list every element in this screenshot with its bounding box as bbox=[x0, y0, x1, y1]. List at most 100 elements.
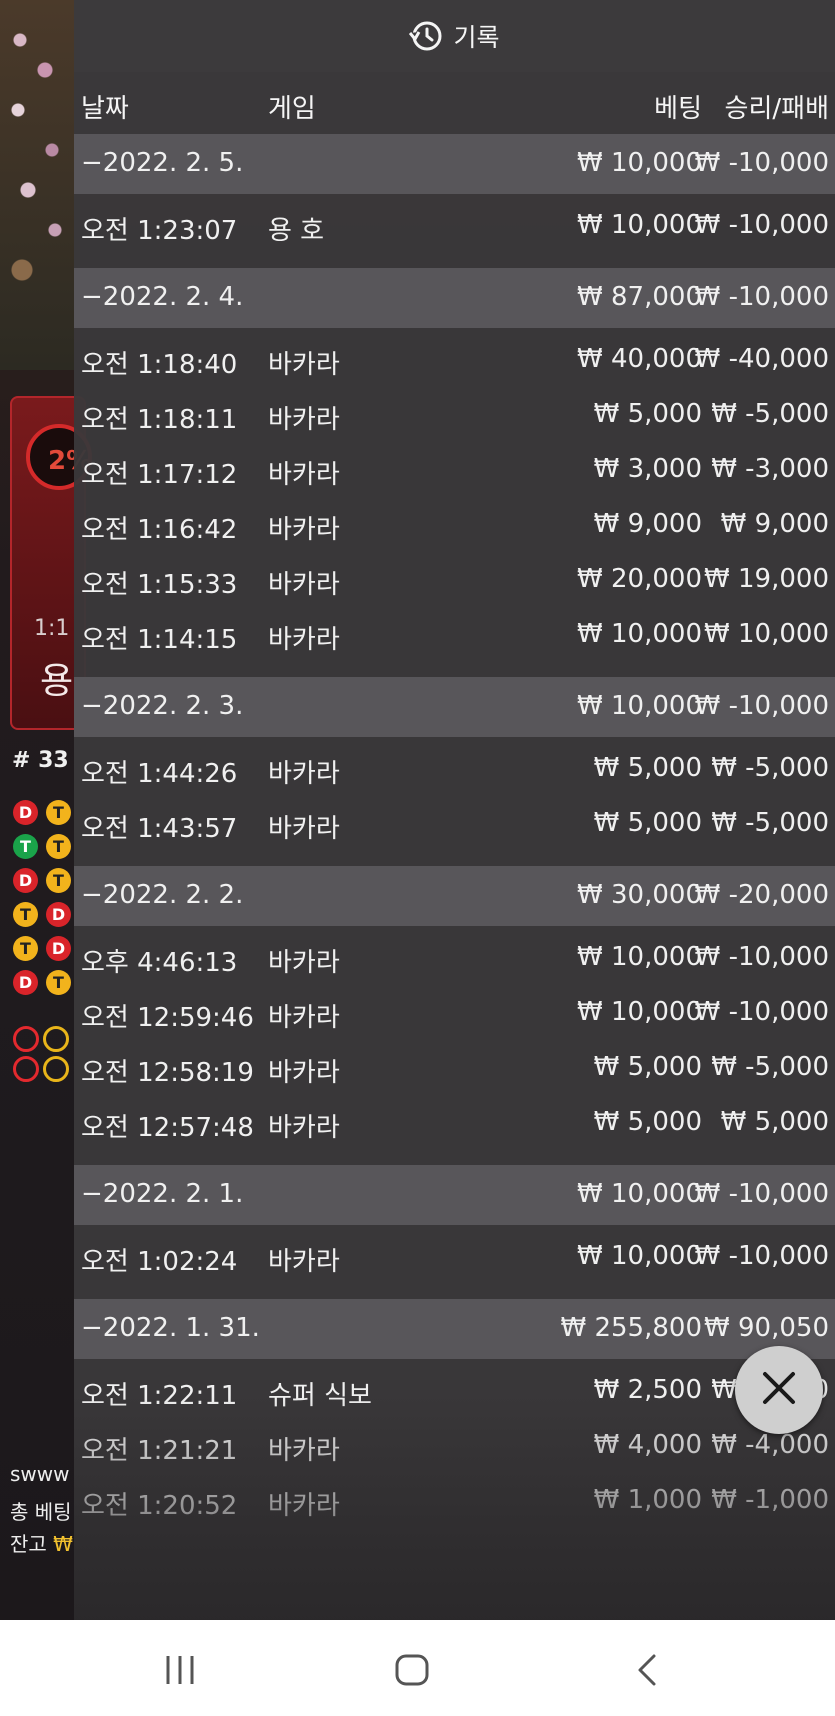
column-headers: 날짜 게임 베팅 승리/패배 bbox=[74, 72, 835, 134]
row-winloss: ₩ -10,000 bbox=[694, 148, 829, 178]
row-game: 바카라 bbox=[268, 1491, 340, 1521]
row-winloss: ₩ 5,000 bbox=[720, 1107, 829, 1137]
row-winloss: ₩ -3,000 bbox=[711, 454, 829, 484]
date-group-row: −2022. 1. 31. ₩ 255,800 ₩ 90,050 bbox=[74, 1299, 835, 1359]
page-title: 기록 bbox=[453, 23, 500, 52]
road-dot-tie: T bbox=[46, 800, 71, 825]
row-time: 오전 12:59:46 bbox=[81, 1003, 254, 1033]
close-button[interactable] bbox=[735, 1346, 823, 1434]
history-row: 오전 1:20:52 바카라 ₩ 1,000 ₩ -1,000 bbox=[74, 1471, 835, 1531]
row-game: 바카라 bbox=[268, 405, 340, 435]
history-row: 오전 1:14:15 바카라 ₩ 10,000 ₩ 10,000 bbox=[74, 605, 835, 665]
road-dot-tie: T bbox=[13, 902, 38, 927]
row-bet: ₩ 40,000 bbox=[577, 344, 702, 374]
chat-username: swww bbox=[10, 1462, 70, 1486]
close-icon bbox=[759, 1368, 799, 1412]
home-icon[interactable] bbox=[392, 1650, 432, 1694]
row-time: 오전 1:43:57 bbox=[81, 814, 238, 844]
row-bet: ₩ 4,000 bbox=[593, 1430, 702, 1460]
history-header: 기록 bbox=[74, 0, 835, 72]
row-bet: ₩ 1,000 bbox=[593, 1485, 702, 1515]
dragon-label: 용 bbox=[40, 661, 74, 702]
row-winloss: ₩ 9,000 bbox=[720, 509, 829, 539]
road-dot-dragon: D bbox=[46, 936, 71, 961]
history-row: 오전 1:18:40 바카라 ₩ 40,000 ₩ -40,000 bbox=[74, 330, 835, 390]
row-game: 바카라 bbox=[268, 625, 340, 655]
road-dot-tie: T bbox=[46, 868, 71, 893]
row-game: 바카라 bbox=[268, 515, 340, 545]
history-row: 오전 1:22:11슈퍼 식보₩ 2,500₩ -2,500 bbox=[74, 1361, 835, 1421]
row-winloss: ₩ 19,000 bbox=[704, 564, 829, 594]
back-icon[interactable] bbox=[628, 1650, 668, 1694]
android-nav-bar bbox=[0, 1620, 835, 1716]
row-game: 바카라 bbox=[268, 948, 340, 978]
row-bet: ₩ 3,000 bbox=[593, 454, 702, 484]
row-bet: ₩ 5,000 bbox=[593, 1052, 702, 1082]
row-time: 오후 4:46:13 bbox=[81, 948, 238, 978]
row-bet: ₩ 2,500 bbox=[593, 1375, 702, 1405]
history-row: 오전 12:57:48 바카라 ₩ 5,000 ₩ 5,000 bbox=[74, 1093, 835, 1153]
date-label: −2022. 2. 4. bbox=[81, 282, 244, 312]
row-winloss: ₩ -5,000 bbox=[711, 753, 829, 783]
row-bet: ₩ 5,000 bbox=[593, 399, 702, 429]
date-label: −2022. 1. 31. bbox=[81, 1313, 260, 1343]
road-dot-dragon: D bbox=[13, 868, 38, 893]
col-header-bet: 베팅 bbox=[654, 94, 702, 124]
road-ring bbox=[13, 1056, 39, 1082]
history-row: 오전 1:43:57 바카라 ₩ 5,000 ₩ -5,000 bbox=[74, 794, 835, 854]
row-winloss: ₩ -10,000 bbox=[694, 997, 829, 1027]
row-time: 오전 1:18:40 bbox=[81, 350, 238, 380]
history-row: 오전 1:23:07 용 호 ₩ 10,000 ₩ -10,000 bbox=[74, 196, 835, 256]
row-game: 바카라 bbox=[268, 759, 340, 789]
date-group-row: −2022. 2. 4. ₩ 87,000 ₩ -10,000 bbox=[74, 268, 835, 328]
row-time: 오전 12:57:48 bbox=[81, 1113, 254, 1143]
row-bet: ₩ 5,000 bbox=[593, 753, 702, 783]
history-row: 오전 1:21:21 바카라 ₩ 4,000 ₩ -4,000 bbox=[74, 1416, 835, 1476]
row-winloss: ₩ -10,000 bbox=[694, 942, 829, 972]
history-row: 오전 1:16:42 바카라 ₩ 9,000 ₩ 9,000 bbox=[74, 495, 835, 555]
row-bet: ₩ 10,000 bbox=[577, 942, 702, 972]
row-bet: ₩ 5,000 bbox=[593, 1107, 702, 1137]
date-label: −2022. 2. 5. bbox=[81, 148, 244, 178]
road-dot-tie-green: T bbox=[13, 834, 38, 859]
col-header-winloss: 승리/패배 bbox=[724, 94, 829, 124]
balance-label: 잔고 ₩ bbox=[10, 1532, 73, 1556]
row-game: 바카라 bbox=[268, 1058, 340, 1088]
road-dot-tie: T bbox=[13, 936, 38, 961]
row-bet: ₩ 10,000 bbox=[577, 691, 702, 721]
row-time: 오전 1:02:24 bbox=[81, 1247, 238, 1277]
row-winloss: ₩ -5,000 bbox=[711, 1052, 829, 1082]
col-header-game: 게임 bbox=[268, 94, 316, 124]
row-bet: ₩ 10,000 bbox=[577, 1241, 702, 1271]
road-dot-tie: T bbox=[46, 834, 71, 859]
row-game: 용 호 bbox=[268, 216, 325, 246]
road-ring bbox=[43, 1056, 69, 1082]
history-row: 오전 1:17:12 바카라 ₩ 3,000 ₩ -3,000 bbox=[74, 440, 835, 500]
road-ring bbox=[43, 1026, 69, 1052]
history-row: 오후 4:46:13 바카라 ₩ 10,000 ₩ -10,000 bbox=[74, 928, 835, 988]
history-row: 오전 1:18:11 바카라 ₩ 5,000 ₩ -5,000 bbox=[74, 385, 835, 445]
row-time: 오전 1:23:07 bbox=[81, 216, 238, 246]
road-dot-tie: T bbox=[46, 970, 71, 995]
row-game: 바카라 bbox=[268, 1113, 340, 1143]
row-winloss: ₩ 90,050 bbox=[704, 1313, 829, 1343]
payout-ratio: 1:1 bbox=[34, 616, 70, 641]
history-row: 오전 12:59:46 바카라 ₩ 10,000 ₩ -10,000 bbox=[74, 983, 835, 1043]
row-bet: ₩ 20,000 bbox=[577, 564, 702, 594]
row-winloss: ₩ -1,000 bbox=[711, 1485, 829, 1515]
shoe-number: # 33 bbox=[12, 748, 69, 773]
history-panel[interactable]: 기록 날짜 게임 베팅 승리/패배 −2022. 2. 5. ₩ 10,000 ₩ … bbox=[74, 0, 835, 1620]
date-group-row: −2022. 2. 3. ₩ 10,000 ₩ -10,000 bbox=[74, 677, 835, 737]
recent-apps-icon[interactable] bbox=[160, 1650, 200, 1694]
total-bet-label: 총 베팅 bbox=[10, 1500, 72, 1524]
flower-decoration bbox=[0, 0, 80, 370]
road-dot-dragon: D bbox=[13, 800, 38, 825]
row-time: 오전 1:15:33 bbox=[81, 570, 238, 600]
row-winloss: ₩ -4,000 bbox=[711, 1430, 829, 1460]
row-winloss: ₩ -10,000 bbox=[694, 691, 829, 721]
row-bet: ₩ 10,000 bbox=[577, 148, 702, 178]
row-time: 오전 1:21:21 bbox=[81, 1436, 238, 1466]
row-bet: ₩ 87,000 bbox=[577, 282, 702, 312]
date-label: −2022. 2. 1. bbox=[81, 1179, 244, 1209]
row-time: 오전 1:14:15 bbox=[81, 625, 238, 655]
